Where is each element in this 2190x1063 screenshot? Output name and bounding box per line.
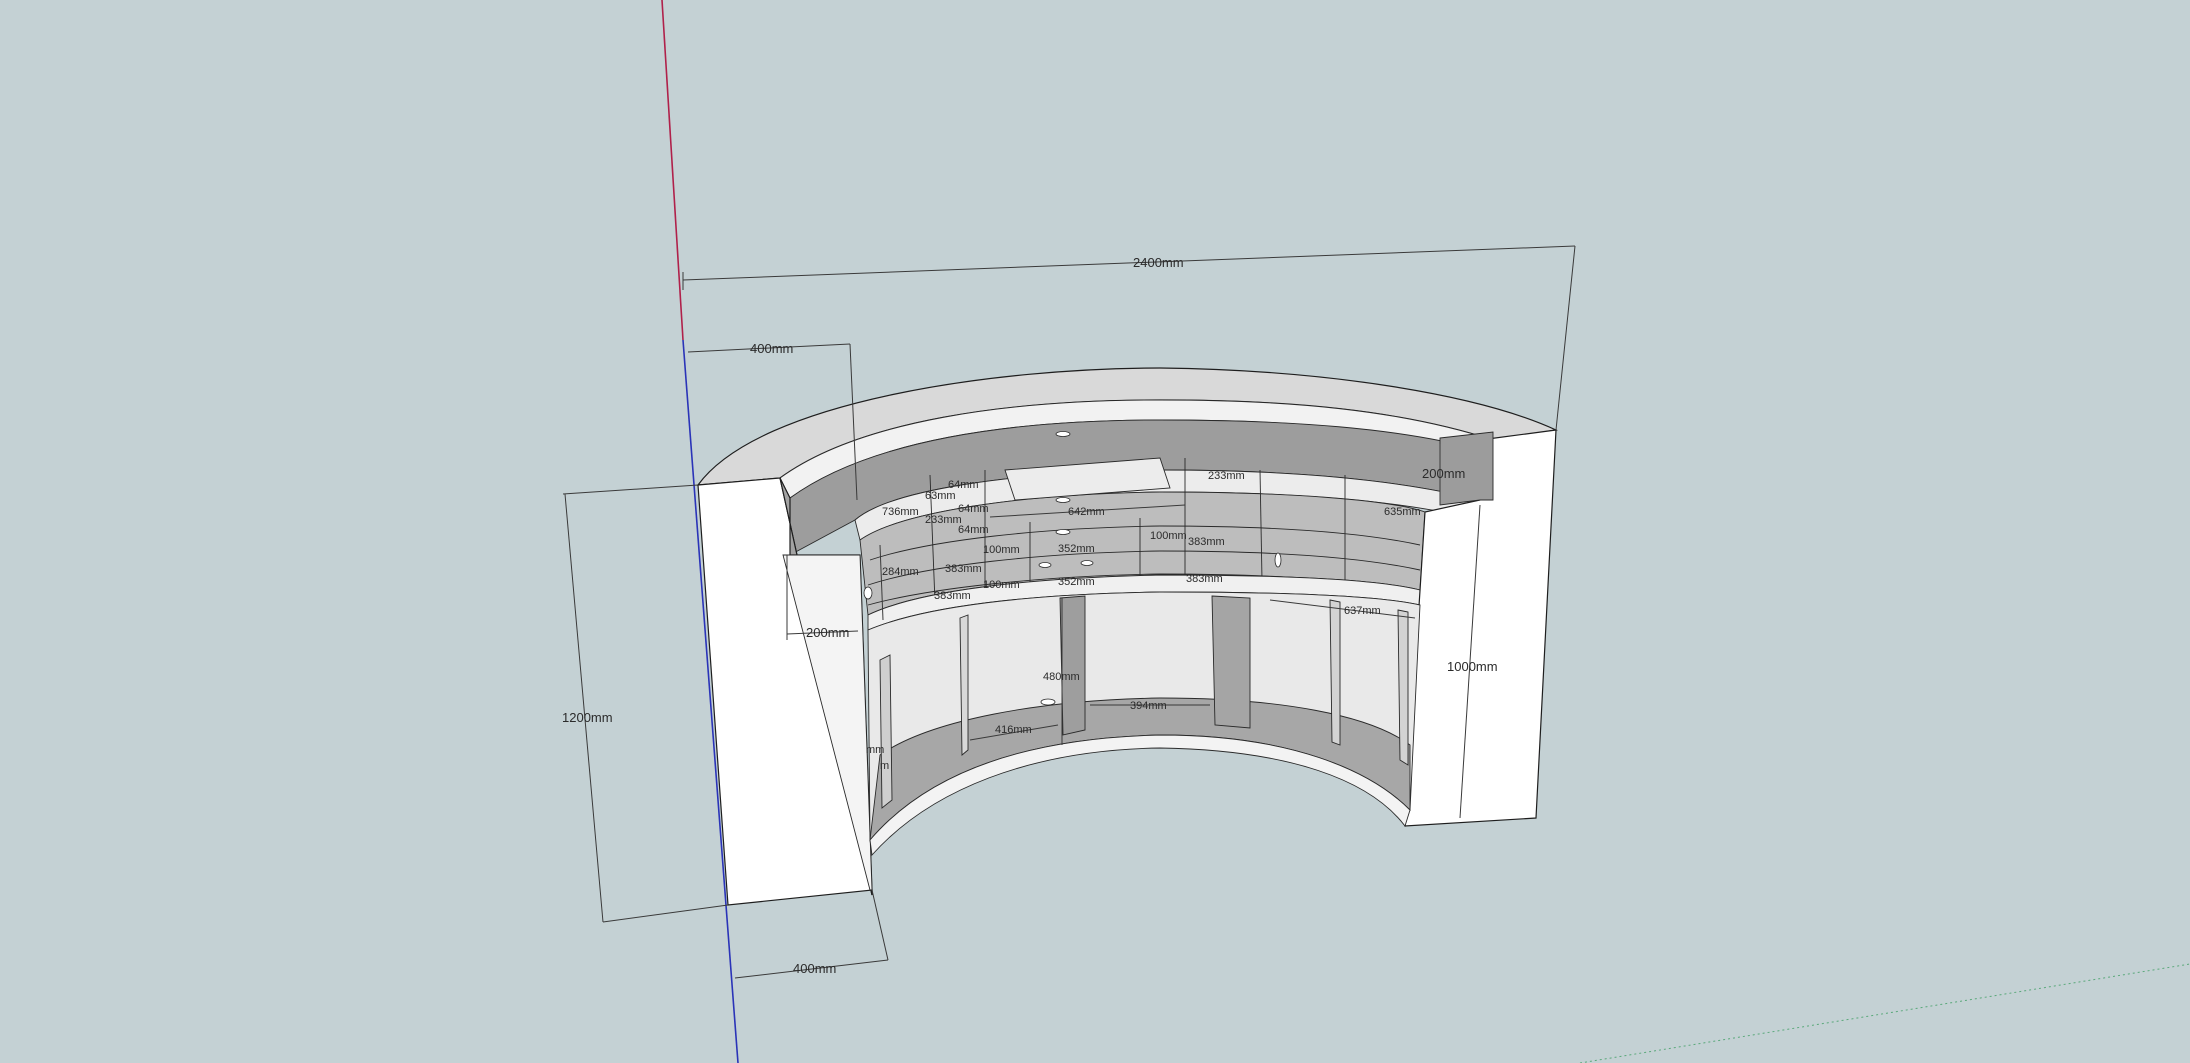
- dim-small-c: 64mm: [958, 503, 989, 515]
- dim-right-383b: 383mm: [1186, 573, 1223, 585]
- dim-small-b: 63mm: [925, 490, 956, 502]
- dim-lower-height: 480mm: [1043, 671, 1080, 683]
- dim-overall-height: 1200mm: [562, 710, 613, 725]
- dim-mid-100c: 100mm: [1150, 530, 1187, 542]
- dim-left-383b: 383mm: [934, 590, 971, 602]
- dim-lower-394: 394mm: [1130, 700, 1167, 712]
- green-axis: [1579, 963, 2190, 1063]
- dim-left-383a: 383mm: [945, 563, 982, 575]
- dim-right-span-top: 635mm: [1384, 506, 1421, 518]
- dim-top-left-depth: 400mm: [750, 341, 793, 356]
- dim-right-top-height: 200mm: [1422, 466, 1465, 481]
- dim-mid-352a: 352mm: [1058, 543, 1095, 555]
- dim-lower-416: 416mm: [995, 724, 1032, 736]
- dim-mid-100b: 100mm: [983, 579, 1020, 591]
- dim-center-span: 642mm: [1068, 506, 1105, 518]
- dim-right-383a: 383mm: [1188, 536, 1225, 548]
- dim-bottom-depth: 400mm: [793, 961, 836, 976]
- dim-overall-width: 2400mm: [1133, 255, 1184, 270]
- dim-small-d: 64mm: [958, 524, 989, 536]
- sketchup-3d-viewport[interactable]: 2400mm 400mm 1200mm 400mm 200mm 200mm 10…: [0, 0, 2190, 1063]
- red-axis: [661, 0, 684, 341]
- dim-inner-ledge: 200mm: [806, 625, 849, 640]
- dim-right-height: 1000mm: [1447, 659, 1498, 674]
- dim-right-span-low: 637mm: [1344, 605, 1381, 617]
- dim-left-shelf-height: 284mm: [882, 566, 919, 578]
- dim-shelf-233-left: 233mm: [925, 514, 962, 526]
- dim-left-shelf-width: 736mm: [882, 506, 919, 518]
- dim-lower-left-cut: mm: [866, 744, 884, 756]
- dim-shelf-233-right: 233mm: [1208, 470, 1245, 482]
- dim-lower-left-cut2: m: [880, 760, 889, 772]
- dim-mid-352b: 352mm: [1058, 576, 1095, 588]
- dim-mid-100a: 100mm: [983, 544, 1020, 556]
